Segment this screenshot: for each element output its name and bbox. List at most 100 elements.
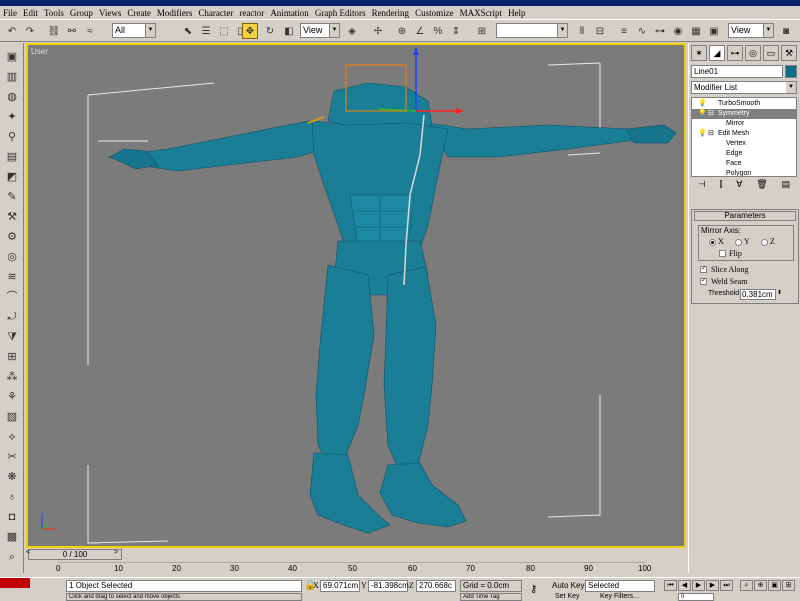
tool-bend-icon[interactable]: ⌒	[3, 289, 21, 305]
stack-item-vertex[interactable]: Vertex	[692, 139, 796, 149]
lightbulb-icon[interactable]: 💡	[698, 109, 707, 119]
schematic-view-icon[interactable]: ⊶	[652, 23, 668, 39]
pin-stack-icon[interactable]: ⊣	[698, 179, 706, 193]
select-object-icon[interactable]: ⬉	[180, 23, 196, 39]
bind-space-warp-icon[interactable]: ≈	[82, 23, 98, 39]
x-coord-field[interactable]: 69.071cm	[320, 580, 360, 592]
play-icon[interactable]: ▶	[692, 580, 705, 591]
tool-twist-icon[interactable]: ⤾	[3, 309, 21, 325]
collapse-minus-icon[interactable]: ⊟	[708, 109, 714, 119]
stack-item-face[interactable]: Face	[692, 159, 796, 169]
weld-seam-checkbox[interactable]: ✓	[700, 278, 707, 285]
display-tab-icon[interactable]: ▭	[763, 45, 779, 61]
next-frame-icon[interactable]: >	[114, 549, 118, 556]
tool-cylinder-icon[interactable]: ▥	[3, 69, 21, 85]
unlink-icon[interactable]: ⚯	[64, 23, 80, 39]
align-icon[interactable]: ⊟	[592, 23, 608, 39]
menu-customize[interactable]: Customize	[415, 8, 454, 18]
curve-editor-icon[interactable]: ∿	[634, 23, 650, 39]
tool-light-icon[interactable]: ✦	[3, 109, 21, 125]
time-slider[interactable]: 0 / 100 < >	[26, 548, 686, 562]
go-to-end-icon[interactable]: ⏭	[720, 580, 733, 591]
render-scene-icon[interactable]: ▦	[688, 23, 704, 39]
menu-rendering[interactable]: Rendering	[372, 8, 410, 18]
menu-help[interactable]: Help	[508, 8, 526, 18]
menu-create[interactable]: Create	[127, 8, 150, 18]
menu-character[interactable]: Character	[198, 8, 233, 18]
tool-uvw-icon[interactable]: ▧	[3, 409, 21, 425]
lightbulb-icon[interactable]: 💡	[698, 99, 707, 109]
lightbulb-icon[interactable]: 💡	[698, 129, 707, 139]
slice-along-checkbox[interactable]: ✓	[700, 266, 707, 273]
select-move-icon[interactable]: ✥	[242, 23, 258, 39]
named-selection-dropdown[interactable]: ▼	[496, 23, 568, 38]
y-coord-field[interactable]: -81.398cm	[368, 580, 409, 592]
axis-x-radio[interactable]	[709, 239, 716, 246]
create-tab-icon[interactable]: ✶	[691, 45, 707, 61]
make-unique-icon[interactable]: ∀	[736, 179, 742, 193]
go-to-start-icon[interactable]: ⏮	[664, 580, 677, 591]
next-frame-icon[interactable]: ▶	[706, 580, 719, 591]
key-icon[interactable]: ⚷	[530, 584, 537, 595]
tool-modifier-icon[interactable]: ◩	[3, 169, 21, 185]
tool-ring-icon[interactable]: ◎	[3, 249, 21, 265]
key-filters-button[interactable]: Key Filters...	[600, 593, 639, 600]
tool-gear-icon[interactable]: ⚙	[3, 229, 21, 245]
object-name-field[interactable]: Line01	[691, 65, 783, 78]
motion-tab-icon[interactable]: ◎	[745, 45, 761, 61]
zoom-viewport-icon[interactable]: ⌕	[740, 580, 753, 591]
menu-animation[interactable]: Animation	[270, 8, 309, 18]
angle-snap-icon[interactable]: ∠	[412, 23, 428, 39]
remove-modifier-icon[interactable]: 🗑	[756, 179, 767, 193]
collapse-minus-icon[interactable]: ⊟	[708, 129, 714, 139]
previous-frame-icon[interactable]: ◀	[678, 580, 691, 591]
auto-key-button[interactable]: Auto Key	[552, 581, 584, 590]
tool-helper-icon[interactable]: ▤	[3, 149, 21, 165]
prev-frame-icon[interactable]: <	[26, 549, 30, 556]
reference-coord-dropdown[interactable]: View ▼	[300, 23, 340, 38]
zoom-extents-icon[interactable]: ▣	[768, 580, 781, 591]
menu-graph-editors[interactable]: Graph Editors	[315, 8, 366, 18]
select-scale-icon[interactable]: ◧	[281, 23, 297, 39]
zoom-extents-all-icon[interactable]: ⊞	[782, 580, 795, 591]
stack-item-edge[interactable]: Edge	[692, 149, 796, 159]
tool-bone-icon[interactable]: ⟡	[3, 429, 21, 445]
tool-target-icon[interactable]: ⚲	[3, 129, 21, 145]
tool-render-icon[interactable]: ▩	[3, 529, 21, 545]
menu-file[interactable]: File	[3, 8, 17, 18]
render-last-icon[interactable]: ◙	[778, 23, 794, 39]
tool-particle-icon[interactable]: ❋	[3, 469, 21, 485]
render-type-dropdown[interactable]: View ▼	[728, 23, 774, 38]
material-editor-icon[interactable]: ◉	[670, 23, 686, 39]
z-coord-field[interactable]: 270.668c	[416, 580, 456, 592]
tool-zoom-icon[interactable]: ⌕	[3, 549, 21, 565]
menu-reactor[interactable]: reactor	[239, 8, 264, 18]
redo-icon[interactable]: ↷	[22, 23, 38, 39]
tool-hammer-icon[interactable]: ⚒	[3, 209, 21, 225]
maxscript-listener-box[interactable]	[0, 578, 30, 588]
stack-item-edit-mesh[interactable]: 💡 ⊟ Edit Mesh	[692, 129, 796, 139]
stack-item-polygon[interactable]: Polygon	[692, 169, 796, 176]
select-manipulate-icon[interactable]: ✢	[370, 23, 386, 39]
percent-snap-icon[interactable]: %	[430, 23, 446, 39]
key-mode-dropdown[interactable]: Selected	[585, 580, 655, 592]
hierarchy-tab-icon[interactable]: ⊶	[727, 45, 743, 61]
object-color-swatch[interactable]	[785, 65, 797, 78]
menu-tools[interactable]: Tools	[44, 8, 64, 18]
parameters-rollout-title[interactable]: Parameters	[694, 211, 796, 221]
tool-noise-icon[interactable]: ⁂	[3, 369, 21, 385]
mirror-icon[interactable]: ⫴	[574, 23, 590, 39]
pivot-center-icon[interactable]: ◈	[344, 23, 360, 39]
tool-box-icon[interactable]: ▣	[3, 49, 21, 65]
selection-filter-dropdown[interactable]: All ▼	[112, 23, 156, 38]
link-icon[interactable]: ⛓	[46, 23, 62, 39]
quick-render-icon[interactable]: ▣	[706, 23, 722, 39]
region-select-icon[interactable]: ⬚	[216, 23, 232, 39]
menu-views[interactable]: Views	[99, 8, 121, 18]
snap-toggle-icon[interactable]: ⊕	[394, 23, 410, 39]
tool-camera-icon[interactable]: ◘	[3, 509, 21, 525]
show-end-result-icon[interactable]: ⫿	[720, 179, 723, 193]
menu-maxscript[interactable]: MAXScript	[460, 8, 503, 18]
tool-taper-icon[interactable]: ⧩	[3, 329, 21, 345]
threshold-spinner[interactable]: 0.381cm	[740, 289, 776, 300]
